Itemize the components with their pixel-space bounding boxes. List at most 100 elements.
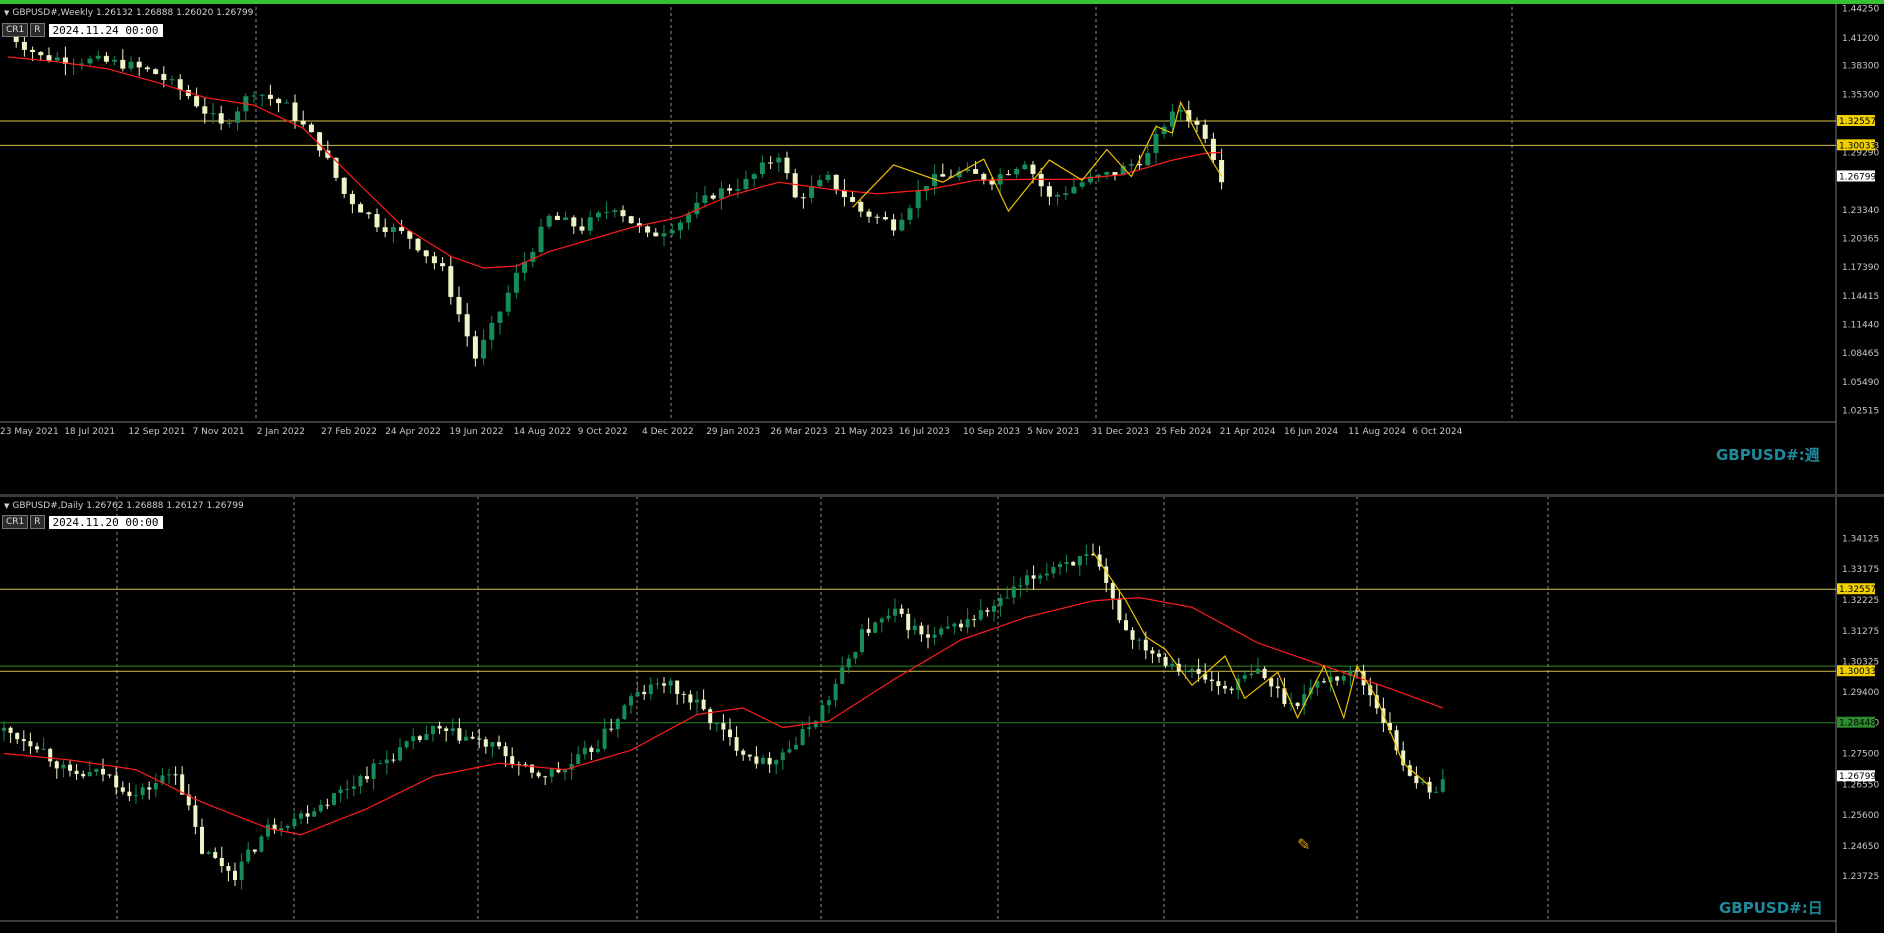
candle-body xyxy=(391,759,396,761)
daily-chart-pane[interactable]: 1.34125 1.33175 1.32225 1.31275 1.30325 1.294… xyxy=(0,497,1884,933)
candle-body xyxy=(1014,169,1020,175)
price-tag-label: 1.30033 xyxy=(1839,667,1876,677)
candle-body xyxy=(213,852,218,858)
candle-body xyxy=(1434,791,1439,793)
candle-body xyxy=(177,79,183,91)
candle-body xyxy=(483,739,488,747)
candle-body xyxy=(332,793,336,805)
weekly-header: ▼ GBPUSD#,Weekly 1.26132 1.26888 1.26020 … xyxy=(4,8,253,18)
x-tick-label: 4 Dec 2022 xyxy=(642,427,694,437)
x-tick-label: 21 Apr 2024 xyxy=(1220,427,1276,437)
candle-body xyxy=(114,775,119,788)
candle-body xyxy=(1030,164,1036,174)
candle-body xyxy=(1209,679,1214,682)
candle-body xyxy=(101,768,105,775)
candle-body xyxy=(61,764,66,769)
weekly-header-text: GBPUSD#,Weekly 1.26132 1.26888 1.26020 1… xyxy=(12,8,254,18)
candle-body xyxy=(239,861,244,881)
candle-body xyxy=(919,625,924,635)
candle-body xyxy=(365,776,369,779)
candle-body xyxy=(338,789,343,794)
candle-body xyxy=(300,120,306,125)
candle-body xyxy=(1117,598,1122,621)
candle-body xyxy=(1275,686,1280,689)
candle-body xyxy=(399,227,405,232)
candle-body xyxy=(596,748,600,752)
candle-body xyxy=(1064,562,1069,564)
candle-body xyxy=(312,811,317,817)
y-tick-label: 1.17390 xyxy=(1842,263,1879,273)
candle-body xyxy=(510,756,515,765)
candle-body xyxy=(604,211,610,213)
x-tick-label: 9 Oct 2022 xyxy=(578,427,628,437)
candle-body xyxy=(688,694,693,703)
candle-body xyxy=(87,58,93,64)
y-tick-label: 1.25600 xyxy=(1842,811,1879,821)
candle-body xyxy=(629,696,633,706)
triangle-down-icon[interactable]: ▼ xyxy=(4,9,9,17)
triangle-down-icon[interactable]: ▼ xyxy=(4,502,9,510)
candle-body xyxy=(1216,681,1221,686)
candle-body xyxy=(1011,586,1016,598)
candle-body xyxy=(38,52,44,56)
x-tick-label: 14 Aug 2022 xyxy=(514,427,572,437)
candle-body xyxy=(127,791,132,797)
candle-body xyxy=(235,111,241,123)
candle-body xyxy=(318,804,323,812)
candle-body xyxy=(1202,124,1208,139)
candle-body xyxy=(668,680,673,686)
candle-body xyxy=(952,623,957,627)
candle-body xyxy=(226,866,231,871)
candle-body xyxy=(998,597,1003,606)
daily-cr1-button[interactable]: CR1 xyxy=(2,515,29,529)
candle-body xyxy=(444,728,449,732)
candle-body xyxy=(661,233,667,237)
candle-body xyxy=(28,741,33,747)
daily-r-button[interactable]: R xyxy=(30,515,45,529)
weekly-chart[interactable]: 1.442501.412001.383001.353001.300331.292… xyxy=(0,4,1884,494)
candle-body xyxy=(767,757,772,765)
candle-body xyxy=(1249,673,1254,676)
candle-body xyxy=(153,782,158,790)
daily-header: ▼ GBPUSD#,Daily 1.26762 1.26888 1.26127 1… xyxy=(4,501,244,511)
candle-body xyxy=(374,214,380,228)
candle-body xyxy=(708,709,713,724)
candle-body xyxy=(94,768,99,773)
current-price-label: 1.26799 xyxy=(1839,172,1876,182)
candle-body xyxy=(202,106,208,114)
candle-body xyxy=(30,49,36,53)
current-price-label: 1.26799 xyxy=(1839,772,1876,782)
weekly-r-button[interactable]: R xyxy=(30,23,45,37)
daily-chart[interactable]: 1.341251.331751.322251.312751.303251.294… xyxy=(0,497,1884,933)
weekly-cr1-button[interactable]: CR1 xyxy=(2,23,29,37)
y-tick-label: 1.44250 xyxy=(1842,4,1879,14)
candle-body xyxy=(761,757,765,764)
weekly-watermark: GBPUSD#:週 xyxy=(1716,446,1820,464)
candle-body xyxy=(366,212,372,215)
candle-body xyxy=(686,214,692,223)
weekly-chart-pane[interactable]: 1.442501.412001.383001.353001.300331.292… xyxy=(0,4,1884,494)
candle-body xyxy=(112,59,118,62)
candle-body xyxy=(299,813,303,819)
zigzag-line xyxy=(1092,551,1430,787)
candle-body xyxy=(743,178,749,190)
candle-body xyxy=(985,610,990,612)
candle-body xyxy=(538,226,544,252)
candle-body xyxy=(721,723,726,730)
candle-body xyxy=(784,157,790,174)
candle-body xyxy=(1077,556,1082,566)
candle-body xyxy=(776,157,782,163)
x-tick-label: 29 Jan 2023 xyxy=(706,427,760,437)
candle-body xyxy=(497,311,503,324)
candle-body xyxy=(820,705,825,722)
candle-body xyxy=(602,728,607,749)
candle-body xyxy=(615,718,620,730)
candle-body xyxy=(874,216,880,218)
candle-body xyxy=(398,747,402,761)
candle-body xyxy=(754,756,759,764)
candle-body xyxy=(1295,702,1300,706)
candle-body xyxy=(284,102,290,104)
candle-body xyxy=(308,124,314,133)
candle-body xyxy=(840,667,845,684)
candle-body xyxy=(378,763,383,765)
